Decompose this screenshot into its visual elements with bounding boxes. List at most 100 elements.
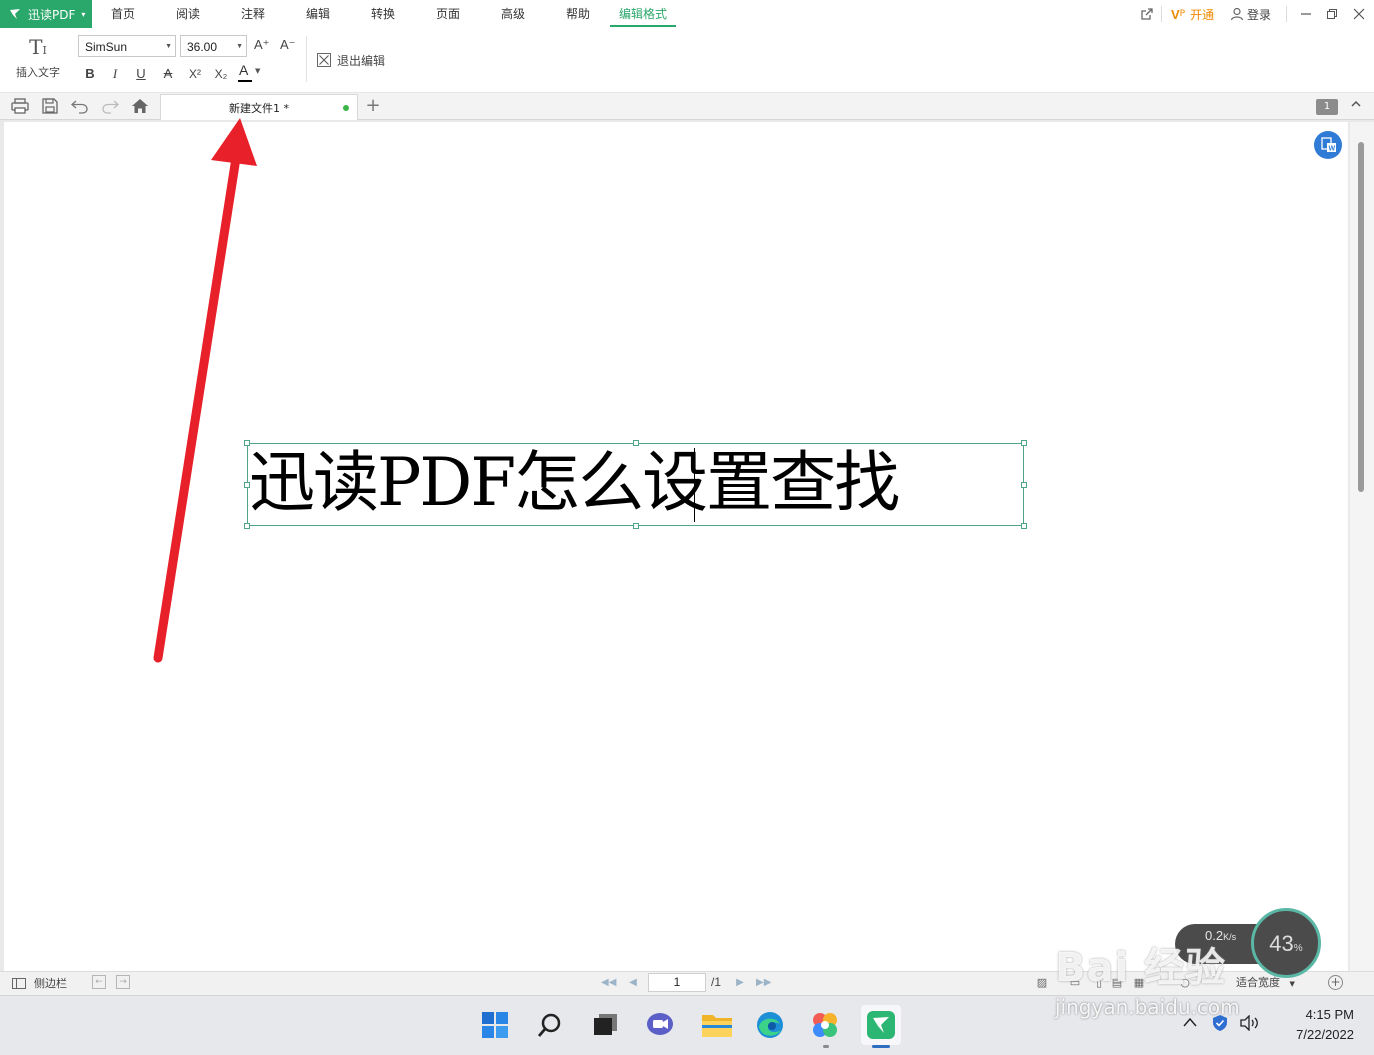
security-shield-icon[interactable]: [1211, 1014, 1229, 1035]
menu-convert[interactable]: 转换: [368, 0, 398, 28]
task-view-icon[interactable]: [585, 1005, 625, 1045]
grid-view-icon[interactable]: ▦: [1132, 976, 1146, 990]
two-page-view-icon[interactable]: ▯: [1092, 976, 1106, 990]
nav-back-icon[interactable]: ←: [92, 975, 106, 989]
network-monitor-widget[interactable]: 0.2K/s 43%: [1175, 908, 1325, 986]
font-color-icon: A: [239, 62, 249, 78]
app-logo-icon: [10, 9, 20, 19]
next-page-icon[interactable]: ▶: [733, 975, 747, 991]
xundu-pdf-taskbar-icon[interactable]: [861, 1005, 901, 1045]
minimize-icon[interactable]: [1296, 4, 1316, 24]
edge-icon[interactable]: [750, 1005, 790, 1045]
continuous-view-icon[interactable]: ▭: [1068, 976, 1082, 990]
close-icon[interactable]: [1349, 4, 1369, 24]
photos-app-icon[interactable]: [805, 1005, 845, 1045]
vip-icon: V: [1171, 6, 1180, 22]
menu-annotate[interactable]: 注释: [238, 0, 268, 28]
vertical-scrollbar[interactable]: [1350, 122, 1374, 971]
toolbar-divider: [306, 36, 307, 82]
file-explorer-icon[interactable]: [697, 1005, 737, 1045]
font-family-select[interactable]: SimSun ▼: [78, 35, 176, 57]
sidebar-toggle-button[interactable]: 侧边栏: [12, 975, 67, 991]
svg-text:W: W: [1329, 146, 1336, 153]
maximize-icon[interactable]: [1322, 4, 1342, 24]
superscript-button[interactable]: X²: [185, 64, 205, 84]
active-app-indicator: [872, 1045, 890, 1048]
menu-edit[interactable]: 编辑: [303, 0, 333, 28]
word-convert-icon[interactable]: W: [1314, 131, 1342, 159]
font-color-swatch: [238, 80, 252, 82]
system-clock[interactable]: 4:15 PM 7/22/2022: [1278, 1005, 1354, 1045]
volume-icon[interactable]: [1240, 1014, 1262, 1034]
insert-text-label: 插入文字: [16, 66, 60, 79]
insert-text-button[interactable]: TI 插入文字: [10, 34, 66, 84]
exit-edit-button[interactable]: 退出编辑: [317, 50, 385, 70]
bold-button[interactable]: B: [80, 64, 100, 84]
menu-read[interactable]: 阅读: [173, 0, 203, 28]
login-button[interactable]: 登录: [1230, 4, 1271, 24]
menu-home[interactable]: 首页: [108, 0, 138, 28]
undo-icon[interactable]: [70, 96, 90, 116]
vip-p-icon: P: [1179, 9, 1186, 19]
user-icon: [1230, 7, 1244, 21]
first-page-icon[interactable]: ◀◀: [601, 975, 616, 991]
pdf-page[interactable]: [4, 122, 1348, 971]
home-icon[interactable]: [130, 96, 150, 116]
single-page-view-icon[interactable]: ▨: [1035, 976, 1049, 990]
print-icon[interactable]: [10, 96, 30, 116]
page-badge: 1: [1316, 99, 1338, 115]
book-view-icon[interactable]: ▤: [1110, 976, 1124, 990]
font-size-select[interactable]: 36.00 ▼: [180, 35, 247, 57]
tray-overflow-icon[interactable]: [1182, 1016, 1198, 1031]
redo-icon[interactable]: [100, 96, 120, 116]
sidebar-label: 侧边栏: [34, 977, 67, 990]
resize-handle[interactable]: [1021, 440, 1027, 446]
page-number-input[interactable]: 1: [648, 973, 706, 992]
prev-page-icon[interactable]: ◀: [626, 975, 640, 991]
tab-document-title: 新建文件1 *: [229, 102, 289, 115]
vip-button[interactable]: V P 开通: [1171, 4, 1214, 24]
app-menu-button[interactable]: 迅读PDF ▾: [0, 0, 92, 28]
usage-percent: 43%: [1254, 931, 1318, 957]
underline-button[interactable]: U: [131, 64, 151, 84]
resize-handle[interactable]: [1021, 482, 1027, 488]
document-text[interactable]: 迅读PDF怎么设置查找: [249, 439, 900, 527]
font-family-value: SimSun: [85, 40, 128, 54]
exit-edit-label: 退出编辑: [337, 53, 386, 68]
usage-percent-value: 43: [1269, 931, 1294, 956]
nav-forward-icon[interactable]: →: [116, 975, 130, 989]
start-icon[interactable]: [475, 1005, 515, 1045]
strikethrough-button[interactable]: A: [158, 64, 178, 84]
grow-font-icon[interactable]: A⁺: [254, 37, 272, 55]
usage-ring: 43%: [1251, 908, 1321, 978]
chevron-down-icon: ▼: [236, 43, 243, 50]
scrollbar-thumb[interactable]: [1358, 142, 1364, 492]
share-icon[interactable]: [1137, 4, 1157, 24]
italic-button[interactable]: I: [105, 64, 125, 84]
menu-advanced[interactable]: 高级: [498, 0, 528, 28]
save-icon[interactable]: [40, 96, 60, 116]
clock-date: 7/22/2022: [1296, 1027, 1354, 1042]
last-page-icon[interactable]: ▶▶: [756, 975, 771, 991]
collapse-toolbar-icon[interactable]: [1348, 98, 1364, 114]
shrink-font-icon[interactable]: A⁻: [280, 37, 298, 55]
windows-taskbar: [0, 995, 1374, 1055]
menu-edit-format[interactable]: 编辑格式: [612, 0, 674, 28]
divider: [1161, 6, 1162, 22]
teams-chat-icon[interactable]: [640, 1005, 680, 1045]
search-icon[interactable]: [530, 1005, 570, 1045]
zoom-in-icon[interactable]: +: [1328, 975, 1343, 990]
resize-handle[interactable]: [1021, 523, 1027, 529]
clock-time: 4:15 PM: [1305, 1007, 1354, 1022]
font-color-button[interactable]: A ▼: [238, 62, 264, 84]
unsaved-dot-icon: [343, 105, 349, 111]
insert-text-icon: TI: [29, 35, 47, 59]
menu-help[interactable]: 帮助: [563, 0, 593, 28]
network-speed-unit: K/s: [1223, 932, 1237, 942]
subscript-button[interactable]: X₂: [211, 64, 231, 84]
chevron-down-icon: ▼: [255, 67, 261, 75]
font-size-value: 36.00: [187, 40, 218, 54]
tab-document[interactable]: 新建文件1 *: [160, 94, 358, 120]
add-tab-icon[interactable]: +: [364, 94, 382, 118]
menu-page[interactable]: 页面: [433, 0, 463, 28]
